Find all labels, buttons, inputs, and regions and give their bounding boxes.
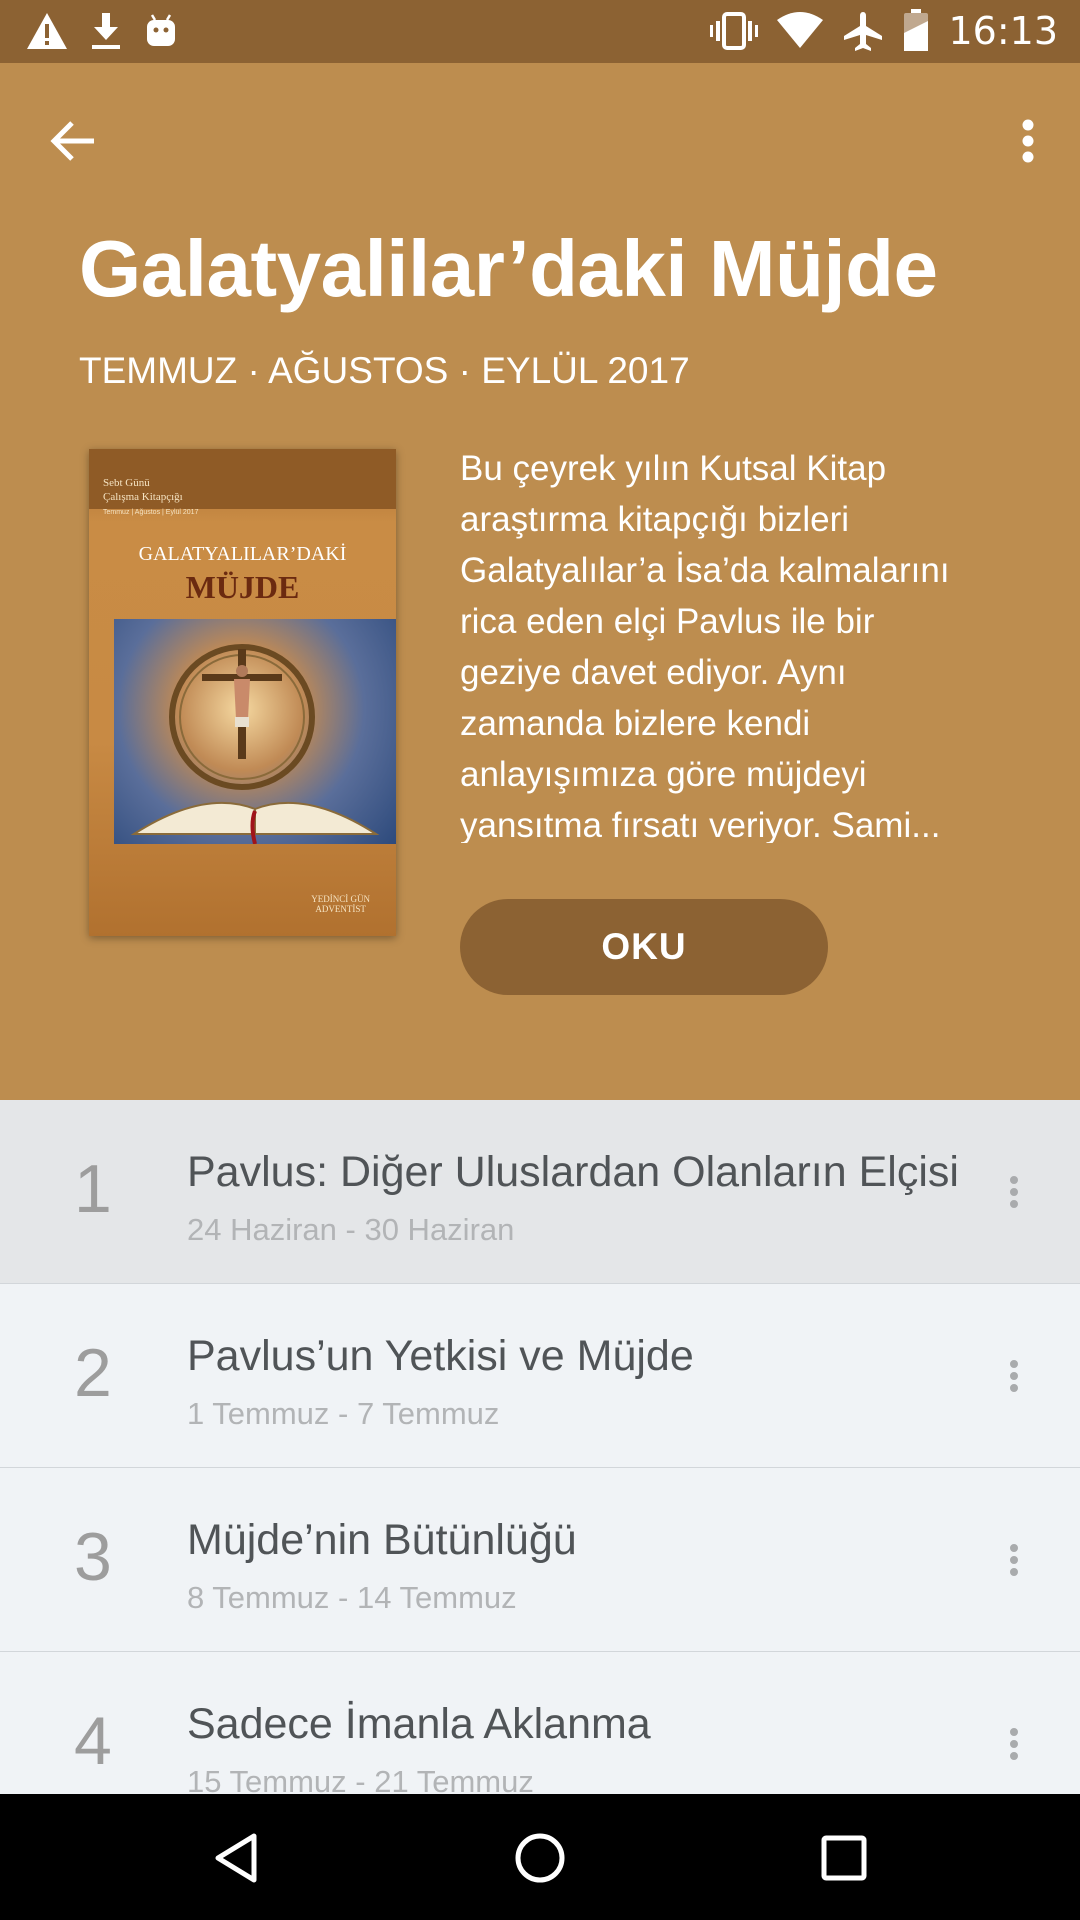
- adventist-logo: YEDİNCİ GÜN ADVENTİST: [311, 894, 370, 914]
- lesson-title: Pavlus: Diğer Uluslardan Olanların Elçis…: [187, 1148, 959, 1196]
- more-vert-icon: [1010, 1544, 1018, 1576]
- arrow-back-icon: [48, 119, 96, 168]
- lesson-row[interactable]: 2 Pavlus’un Yetkisi ve Müjde 1 Temmuz - …: [0, 1284, 1080, 1468]
- lesson-date-range: 8 Temmuz - 14 Temmuz: [187, 1580, 517, 1615]
- lesson-row[interactable]: 3 Müjde’nin Bütünlüğü 8 Temmuz - 14 Temm…: [0, 1468, 1080, 1652]
- airplane-icon: [842, 10, 884, 52]
- more-vert-icon: [1021, 119, 1035, 168]
- lesson-date-range: 1 Temmuz - 7 Temmuz: [187, 1396, 500, 1431]
- cover-title-line2: MÜJDE: [185, 569, 300, 605]
- more-vert-icon: [1010, 1728, 1018, 1760]
- download-icon: [90, 11, 122, 51]
- cover-title-line1: GALATYALILAR’DAKİ: [138, 543, 347, 565]
- more-vert-icon: [1010, 1176, 1018, 1208]
- circle-home-icon: [515, 1833, 565, 1883]
- lesson-number: 2: [74, 1335, 112, 1411]
- lesson-title: Pavlus’un Yetkisi ve Müjde: [187, 1332, 694, 1380]
- vibrate-icon: [710, 12, 759, 50]
- cover-series-label: Sebt Günü Çalışma Kitapçığı: [103, 477, 183, 503]
- lesson-more-button[interactable]: [994, 1538, 1034, 1582]
- cover-date: Temmuz | Ağustos | Eylül 2017: [103, 509, 199, 516]
- lesson-more-button[interactable]: [994, 1722, 1034, 1766]
- more-vert-icon: [1010, 1360, 1018, 1392]
- wifi-icon: [776, 12, 824, 50]
- warning-icon: [26, 12, 68, 50]
- battery-icon: [902, 9, 930, 53]
- nav-back-button[interactable]: [200, 1822, 272, 1894]
- android-icon: [144, 13, 178, 49]
- clock-time: 16:13: [948, 9, 1058, 53]
- lesson-row[interactable]: 4 Sadece İmanla Aklanma 15 Temmuz - 21 T…: [0, 1652, 1080, 1794]
- lesson-date-range: 15 Temmuz - 21 Temmuz: [187, 1764, 534, 1794]
- triangle-back-icon: [215, 1833, 257, 1883]
- lesson-more-button[interactable]: [994, 1170, 1034, 1214]
- nav-recents-button[interactable]: [808, 1822, 880, 1894]
- lesson-title: Müjde’nin Bütünlüğü: [187, 1516, 577, 1564]
- lesson-date-range: 24 Haziran - 30 Haziran: [187, 1212, 515, 1247]
- lesson-more-button[interactable]: [994, 1354, 1034, 1398]
- lesson-title: Sadece İmanla Aklanma: [187, 1700, 651, 1748]
- system-navigation-bar: [0, 1794, 1080, 1920]
- back-button[interactable]: [40, 111, 104, 175]
- quarterly-cover-image: Sebt Günü Çalışma Kitapçığı Temmuz | Ağu…: [89, 449, 396, 936]
- lesson-header: Galatyalilar’daki Müjde TEMMUZ · AĞUSTOS…: [0, 63, 1080, 1100]
- nav-home-button[interactable]: [504, 1822, 576, 1894]
- square-recents-icon: [821, 1835, 867, 1881]
- cover-illustration: [114, 619, 396, 845]
- lesson-list: 1 Pavlus: Diğer Uluslardan Olanların Elç…: [0, 1100, 1080, 1794]
- status-bar: 16:13: [0, 0, 1080, 63]
- quarterly-date-range: TEMMUZ · AĞUSTOS · EYLÜL 2017: [79, 350, 690, 391]
- quarterly-description: Bu çeyrek yılın Kutsal Kitap araştırma k…: [460, 449, 950, 843]
- lesson-row[interactable]: 1 Pavlus: Diğer Uluslardan Olanların Elç…: [0, 1100, 1080, 1284]
- read-button[interactable]: OKU: [460, 899, 828, 995]
- lesson-number: 3: [74, 1519, 112, 1595]
- lesson-number: 4: [74, 1703, 112, 1779]
- more-options-button[interactable]: [996, 111, 1060, 175]
- lesson-number: 1: [74, 1151, 112, 1227]
- quarterly-title: Galatyalilar’daki Müjde: [79, 224, 938, 313]
